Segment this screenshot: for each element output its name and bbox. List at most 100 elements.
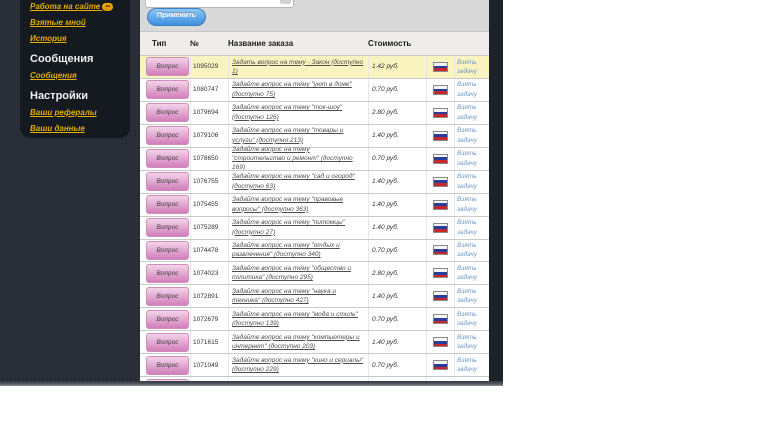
order-number: 1075455 (190, 193, 228, 216)
order-number: 1072679 (190, 308, 228, 331)
order-title-link[interactable]: Задайте вопрос на тему "отдых и развлече… (232, 241, 364, 260)
order-title-link[interactable]: Задайте вопрос на тему "питомцы" (доступ… (232, 218, 364, 237)
order-type-badge: Вопрос (146, 355, 189, 375)
column-header-title: Название заказа (228, 39, 294, 48)
order-price: 0.70 руб. (368, 239, 426, 262)
russia-flag-icon (433, 153, 448, 164)
order-price: 1.40 руб. (368, 124, 426, 147)
order-price: 1.40 руб. (368, 193, 426, 216)
order-type-badge: Вопрос (146, 80, 189, 100)
take-task-link[interactable]: Взять задачу (457, 218, 489, 237)
table-row: Вопрос 1080747 Задайте вопрос на тему "у… (140, 77, 489, 101)
apply-button[interactable]: Применить (147, 8, 206, 26)
order-price: 1.40 руб. (368, 170, 426, 193)
table-row: Вопрос 1079106 Задайте вопрос на тему "т… (140, 123, 489, 147)
sidebar-item-work-on-site[interactable]: Работа на сайте ∞ (30, 2, 126, 11)
sidebar: Работа на сайте ∞ Взятые мной История Со… (20, 0, 130, 138)
order-title-link[interactable]: Задайте вопрос на тему "кино и сериалы" … (232, 356, 364, 375)
order-type-badge: Вопрос (146, 263, 189, 283)
order-title-link[interactable]: Задайте вопрос на тему "строительство и … (232, 145, 364, 173)
order-number: 1080747 (190, 78, 228, 101)
russia-flag-icon (433, 268, 448, 279)
table-row: Вопрос 1072891 Задайте вопрос на тему "н… (140, 284, 489, 308)
order-type-badge: Вопрос (146, 218, 189, 238)
order-number: 1071049 (190, 354, 228, 377)
sidebar-item-referrals[interactable]: Ваши рефералы (30, 108, 126, 117)
take-task-link[interactable]: Взять задачу (457, 287, 489, 306)
sidebar-item-history[interactable]: История (30, 34, 126, 43)
table-row: Вопрос 1075289 Задайте вопрос на тему "п… (140, 215, 489, 239)
order-table-body: Вопрос 1095029 Задать вопрос на тему - З… (140, 55, 489, 386)
order-number: 1078650 (190, 147, 228, 170)
order-price: 0.70 руб. (368, 308, 426, 331)
column-header-price: Стоимость (368, 39, 412, 48)
russia-flag-icon (433, 176, 448, 187)
order-title-link[interactable]: Задать вопрос на тему - Закон (доступно … (232, 58, 364, 77)
russia-flag-icon (433, 107, 448, 118)
filter-bar: ▾ Применить (140, 0, 489, 32)
take-task-link[interactable]: Взять задачу (457, 310, 489, 329)
russia-flag-icon (433, 360, 448, 371)
filter-select[interactable]: ▾ (145, 0, 294, 8)
sidebar-item-messages[interactable]: Сообщения (30, 71, 126, 80)
russia-flag-icon (433, 314, 448, 325)
russia-flag-icon (433, 84, 448, 95)
russia-flag-icon (433, 337, 448, 348)
take-task-link[interactable]: Взять задачу (457, 80, 489, 99)
take-task-link[interactable]: Взять задачу (457, 195, 489, 214)
order-type-badge: Вопрос (146, 309, 189, 329)
sidebar-section-settings: Настройки (30, 90, 89, 102)
order-price: 1.40 руб. (368, 216, 426, 239)
order-type-badge: Вопрос (146, 126, 189, 146)
order-number: 1095029 (190, 56, 228, 78)
viewport-bottom-edge (0, 381, 503, 386)
order-title-link[interactable]: Задайте вопрос на тему "компьютеры и инт… (232, 333, 364, 352)
take-task-link[interactable]: Взять задачу (457, 58, 489, 77)
main-content: ▾ Применить Тип № Название заказа Стоимо… (140, 0, 489, 386)
table-row: Вопрос 1075455 Задайте вопрос на тему "п… (140, 192, 489, 216)
order-number: 1071615 (190, 331, 228, 354)
take-task-link[interactable]: Взять задачу (457, 126, 489, 145)
order-title-link[interactable]: Задайте вопрос на тему "товары и услуги"… (232, 126, 364, 145)
take-task-link[interactable]: Взять задачу (457, 333, 489, 352)
order-price: 0.70 руб. (368, 78, 426, 101)
table-row: Вопрос 1074478 Задайте вопрос на тему "о… (140, 238, 489, 262)
order-number: 1079106 (190, 124, 228, 147)
russia-flag-icon (433, 61, 448, 72)
order-title-link[interactable]: Задайте вопрос на тему "ток-шоу" (доступ… (232, 103, 364, 122)
order-type-badge: Вопрос (146, 332, 189, 352)
order-type-badge: Вопрос (146, 172, 189, 192)
russia-flag-icon (433, 291, 448, 302)
infinity-badge: ∞ (102, 3, 114, 11)
order-type-badge: Вопрос (146, 149, 189, 169)
order-title-link[interactable]: Задайте вопрос на тему "правовые вопросы… (232, 195, 364, 214)
order-number: 1074023 (190, 262, 228, 285)
take-task-link[interactable]: Взять задачу (457, 356, 489, 375)
order-number: 1074478 (190, 239, 228, 262)
order-title-link[interactable]: Задайте вопрос на тему "общество и полит… (232, 264, 364, 283)
order-price: 1.40 руб. (368, 285, 426, 308)
order-title-link[interactable]: Задайте вопрос на тему "уют в доме" (дос… (232, 80, 364, 99)
table-row: Вопрос 1074023 Задайте вопрос на тему "о… (140, 261, 489, 285)
take-task-link[interactable]: Взять задачу (457, 241, 489, 260)
order-price: 1.40 руб. (368, 331, 426, 354)
order-type-badge: Вопрос (146, 103, 189, 123)
sidebar-item-your-data[interactable]: Ваши данные (30, 124, 126, 133)
take-task-link[interactable]: Взять задачу (457, 264, 489, 283)
table-row: Вопрос 1071615 Задайте вопрос на тему "к… (140, 330, 489, 354)
order-title-link[interactable]: Задайте вопрос на тему "наука и техника"… (232, 287, 364, 306)
order-number: 1079694 (190, 101, 228, 124)
order-price: 2.80 руб. (368, 262, 426, 285)
screenshot-canvas: Работа на сайте ∞ Взятые мной История Со… (0, 0, 770, 433)
sidebar-item-taken-by-me[interactable]: Взятые мной (30, 18, 126, 27)
order-number: 1075289 (190, 216, 228, 239)
order-title-link[interactable]: Задайте вопрос на тему "сад и огород" (д… (232, 172, 364, 191)
take-task-link[interactable]: Взять задачу (457, 149, 489, 168)
order-type-badge: Вопрос (146, 195, 189, 215)
take-task-link[interactable]: Взять задачу (457, 103, 489, 122)
order-title-link[interactable]: Задайте вопрос на тему "мода и стиль" (д… (232, 310, 364, 329)
column-header-number: № (190, 39, 199, 48)
russia-flag-icon (433, 130, 448, 141)
table-header: Тип № Название заказа Стоимость (140, 32, 489, 55)
take-task-link[interactable]: Взять задачу (457, 172, 489, 191)
